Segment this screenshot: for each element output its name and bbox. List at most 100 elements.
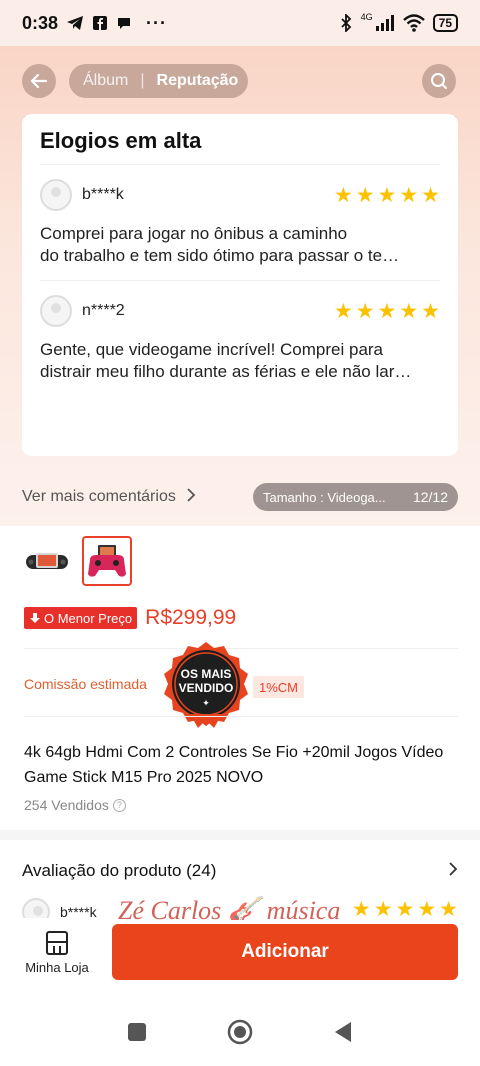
- circle-icon: [227, 1019, 253, 1044]
- store-icon: [46, 931, 68, 955]
- commission-label: Comissão estimada: [24, 676, 147, 692]
- variant-thumbnail[interactable]: [22, 536, 72, 586]
- star-icon: ★: [421, 183, 440, 207]
- review-text-line: do trabalho e tem sido ótimo para passar…: [40, 246, 400, 265]
- search-button[interactable]: [422, 64, 456, 98]
- chevron-right-icon[interactable]: [186, 487, 196, 507]
- tab-separator: |: [140, 72, 145, 89]
- recent-apps-button[interactable]: [127, 1022, 147, 1047]
- home-button[interactable]: [227, 1019, 253, 1050]
- star-icon: ★: [417, 897, 437, 919]
- star-icon: ★: [399, 183, 419, 207]
- album-reputation-switch: Álbum | Reputação: [69, 64, 248, 98]
- battery-indicator: 75: [432, 14, 458, 32]
- sold-count: 254 Vendidos: [24, 797, 109, 813]
- avatar: [40, 295, 72, 327]
- wifi-icon: [402, 14, 425, 32]
- system-navigation-bar: [0, 1002, 480, 1066]
- star-icon: ★: [421, 299, 440, 323]
- status-bar: 0:38 ··· 4G 75: [0, 0, 480, 46]
- star-icon: ★: [377, 183, 397, 207]
- bottom-action-bar: Minha Loja Adicionar: [0, 920, 480, 990]
- variant-count: 12/12: [412, 489, 448, 505]
- product-rating-title: Avaliação do produto (24): [22, 860, 217, 880]
- bluetooth-icon: [340, 14, 351, 32]
- star-icon: ★: [395, 897, 415, 919]
- signal-icon: [375, 15, 394, 31]
- variant-selector-pill[interactable]: Tamanho : Videoga... 12/12: [253, 483, 458, 511]
- sold-count-row: 254 Vendidos ?: [24, 797, 126, 813]
- more-notifications-icon: ···: [146, 12, 168, 33]
- commission-badge: 1%CM: [253, 676, 305, 698]
- svg-text:✦: ✦: [202, 698, 210, 708]
- chevron-right-icon: [448, 860, 458, 881]
- divider: [24, 716, 458, 717]
- review-username: b****k: [82, 186, 124, 203]
- review-username: b****k: [60, 904, 97, 918]
- star-icon: ★: [351, 897, 371, 919]
- review-item[interactable]: n****2 ★ ★ ★ ★ ★ Gente, que videogame in…: [40, 280, 440, 396]
- star-icon: ★: [399, 299, 419, 323]
- product-rating-header[interactable]: Avaliação do produto (24): [22, 860, 458, 881]
- price-row: O Menor Preço R$299,99: [24, 606, 236, 630]
- my-shop-button[interactable]: Minha Loja: [22, 930, 92, 982]
- system-icons: 4G 75: [339, 12, 458, 32]
- variant-thumbnail-selected[interactable]: [82, 536, 132, 586]
- star-icon: ★: [355, 183, 375, 207]
- best-seller-bottom-text: VENDIDO: [179, 681, 234, 695]
- star-icon: ★: [333, 183, 353, 207]
- triangle-back-icon: [335, 1021, 351, 1042]
- more-comments-link[interactable]: Ver mais comentários: [22, 488, 176, 506]
- star-icon: ★: [377, 299, 397, 323]
- my-shop-label: Minha Loja: [25, 960, 89, 975]
- star-rating: ★ ★ ★ ★ ★: [334, 301, 440, 322]
- tab-reputation[interactable]: Reputação: [157, 72, 239, 90]
- square-icon: [128, 1022, 146, 1041]
- star-rating: ★ ★ ★ ★ ★: [334, 185, 440, 206]
- star-icon: ★: [355, 299, 375, 323]
- best-seller-badge: OS MAIS VENDIDO ✦: [160, 640, 252, 732]
- best-seller-top-text: OS MAIS: [181, 667, 232, 681]
- variant-label: Tamanho : Videoga...: [263, 489, 386, 505]
- variant-thumbnails: [22, 536, 132, 586]
- handheld-console-image: [26, 553, 68, 569]
- chat-bubble-icon: [118, 18, 131, 29]
- highlights-title: Elogios em alta: [40, 128, 202, 153]
- info-icon[interactable]: ?: [112, 798, 126, 812]
- star-icon: ★: [439, 897, 458, 919]
- star-rating: ★ ★ ★ ★ ★: [352, 899, 458, 919]
- add-button[interactable]: Adicionar: [112, 924, 458, 980]
- highlight-reviews-card: Elogios em alta b****k ★ ★ ★ ★ ★ Comprei…: [22, 114, 458, 456]
- arrow-down-icon: [30, 613, 40, 623]
- lowest-price-label: O Menor Preço: [44, 610, 133, 626]
- review-header: n****2 ★ ★ ★ ★ ★: [40, 295, 440, 327]
- tab-album[interactable]: Álbum: [83, 72, 128, 90]
- review-text-line: Gente, que videogame incrível! Comprei p…: [40, 340, 384, 359]
- notification-icons: ···: [66, 13, 167, 34]
- section-divider: [0, 830, 480, 840]
- product-title: 4k 64gb Hdmi Com 2 Controles Se Fio +20m…: [24, 744, 444, 786]
- review-header: b****k ★ ★ ★ ★ ★: [40, 179, 440, 211]
- star-icon: ★: [333, 299, 353, 323]
- review-text: Gente, que videogame incrível! Comprei p…: [40, 339, 438, 383]
- review-text-line: distrair meu filho durante as férias e e…: [40, 362, 412, 381]
- review-item[interactable]: b****k ★ ★ ★ ★ ★ Comprei para jogar no ô…: [40, 164, 440, 280]
- status-time: 0:38: [22, 12, 59, 33]
- back-nav-button[interactable]: [333, 1021, 353, 1048]
- search-icon: [431, 73, 447, 89]
- product-price: R$299,99: [145, 606, 237, 629]
- back-arrow-icon: [30, 73, 48, 89]
- star-icon: ★: [373, 897, 393, 919]
- avatar: [40, 179, 72, 211]
- commission-row: Comissão estimada 1%CM: [24, 676, 305, 698]
- review-username: n****2: [82, 302, 125, 319]
- avatar: [22, 898, 50, 918]
- review-text-line: Comprei para jogar no ônibus a caminho: [40, 224, 348, 243]
- review-text: Comprei para jogar no ônibus a caminho d…: [40, 223, 438, 267]
- network-type: 4G: [360, 12, 373, 22]
- lowest-price-badge: O Menor Preço: [24, 607, 138, 629]
- facebook-icon: [93, 16, 108, 30]
- gamepad-console-image: [88, 545, 126, 577]
- telegram-icon: [67, 16, 84, 30]
- back-button[interactable]: [22, 64, 56, 98]
